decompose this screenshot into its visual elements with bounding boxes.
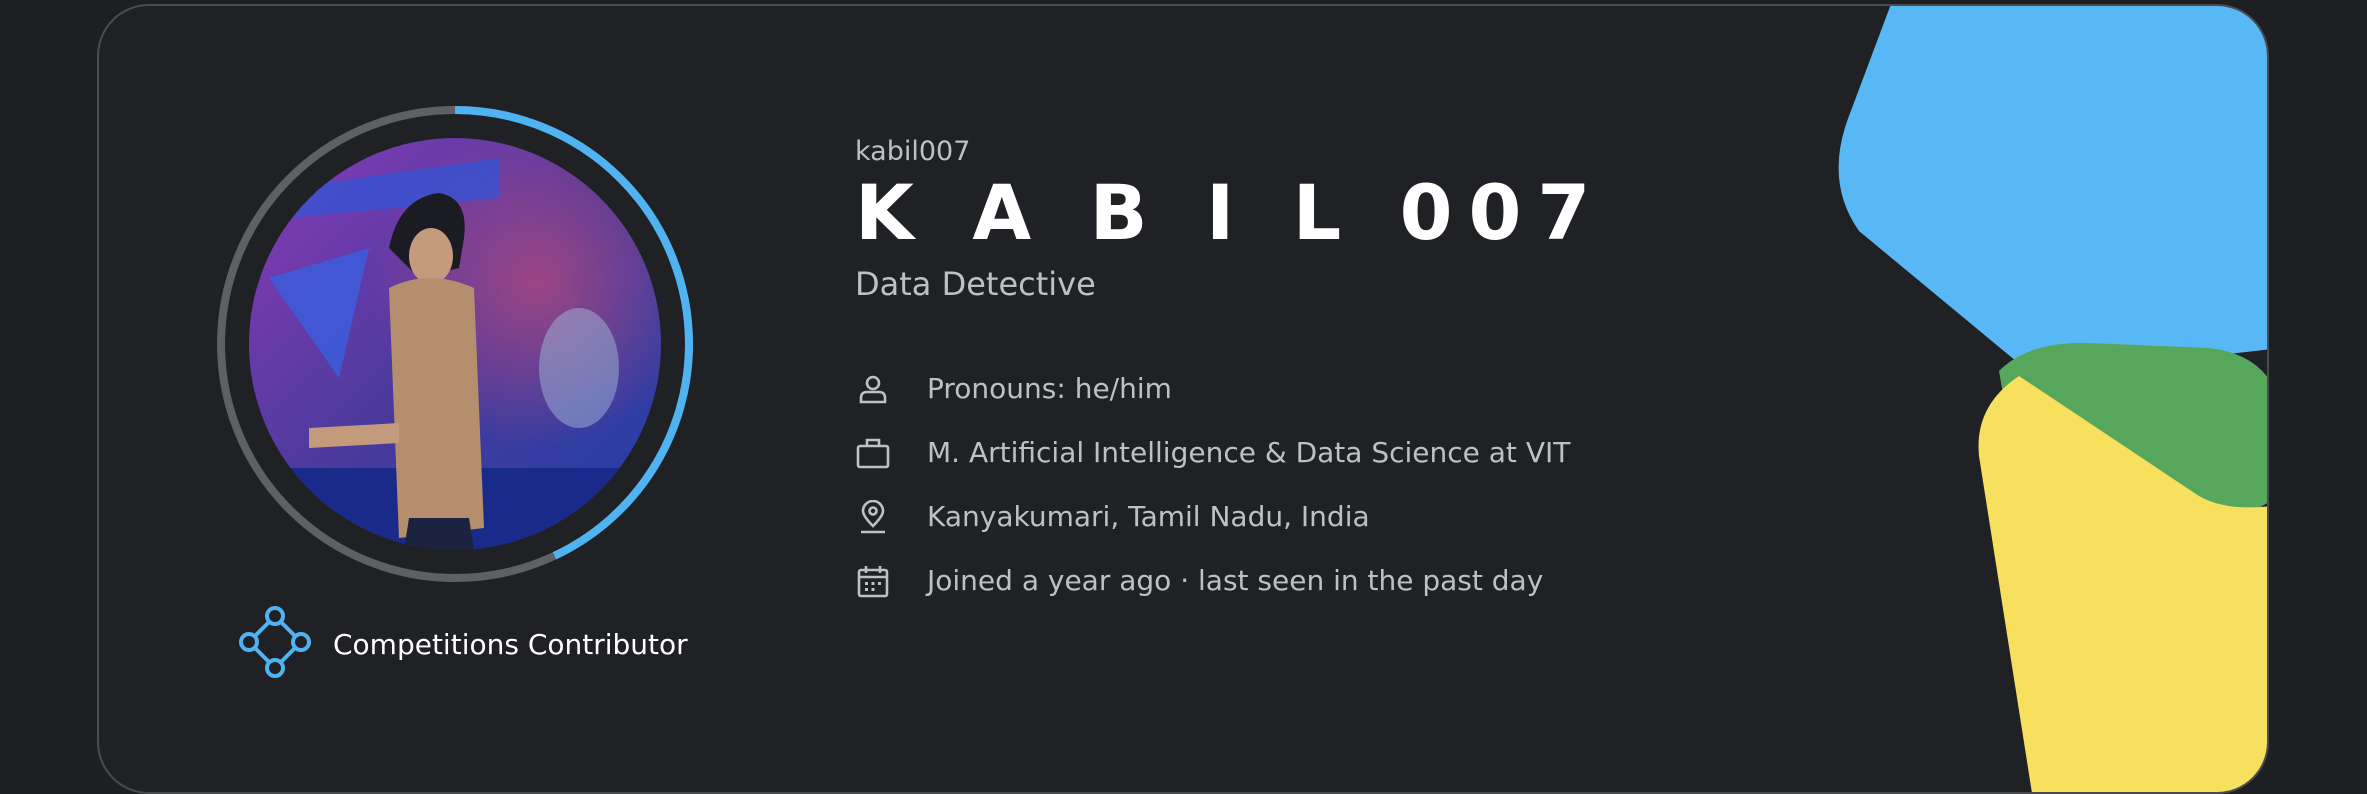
decor-blue-shape <box>1838 6 2267 376</box>
profile-info: kabil007 K A B I L 007 Data Detective Pr… <box>855 136 1606 613</box>
profile-card: Competitions Contributor kabil007 K A B … <box>97 4 2269 794</box>
briefcase-icon <box>855 435 891 471</box>
location-pin-icon <box>855 499 891 535</box>
calendar-icon <box>855 563 891 599</box>
detail-text: Pronouns: he/him <box>927 372 1172 406</box>
badge-label: Competitions Contributor <box>333 627 688 661</box>
detail-joined: Joined a year ago · last seen in the pas… <box>855 549 1606 613</box>
username: kabil007 <box>855 136 971 167</box>
profile-details: Pronouns: he/him M. Artificial Intellige… <box>855 357 1606 613</box>
profile-title: Data Detective <box>855 264 1096 303</box>
detail-text: Kanyakumari, Tamil Nadu, India <box>927 500 1370 534</box>
competitions-badge[interactable]: Competitions Contributor <box>239 606 688 682</box>
display-name: K A B I L 007 <box>855 168 1607 257</box>
avatar[interactable] <box>213 102 697 586</box>
detail-pronouns: Pronouns: he/him <box>855 357 1606 421</box>
person-icon <box>855 371 891 407</box>
detail-location: Kanyakumari, Tamil Nadu, India <box>855 485 1606 549</box>
detail-occupation: M. Artificial Intelligence & Data Scienc… <box>855 421 1606 485</box>
detail-text: M. Artificial Intelligence & Data Scienc… <box>927 436 1571 470</box>
detail-text: Joined a year ago · last seen in the pas… <box>927 564 1544 598</box>
competitions-icon <box>239 606 311 682</box>
profile-photo <box>249 138 661 550</box>
